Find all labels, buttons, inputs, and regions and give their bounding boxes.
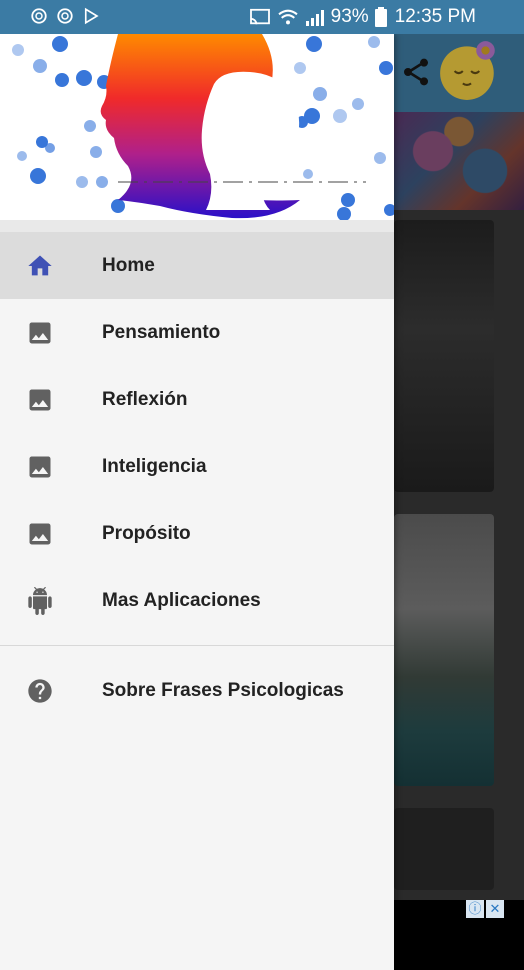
home-icon <box>28 255 52 276</box>
wifi-icon <box>278 9 298 25</box>
battery-percent: 93% <box>330 6 369 27</box>
signal-icon <box>305 10 324 26</box>
clock: 12:35 PM <box>394 6 476 27</box>
menu-label: Inteligencia <box>102 456 207 477</box>
menu-label: Pensamiento <box>102 322 221 343</box>
image-icon <box>29 456 51 478</box>
menu-label: Reflexión <box>102 389 188 410</box>
status-right: 93% 12:35 PM <box>249 6 476 28</box>
notification-icons <box>30 7 100 25</box>
header-image <box>394 112 524 210</box>
background-app: ⓘ ✕ <box>394 34 524 970</box>
menu-divider <box>0 645 394 646</box>
menu-label: Propósito <box>102 523 191 544</box>
menu-item-reflexion[interactable]: Reflexión <box>0 366 394 433</box>
menu-item-mas-aplicaciones[interactable]: Mas Aplicaciones <box>0 567 394 634</box>
menu-item-pensamiento[interactable]: Pensamiento <box>0 299 394 366</box>
image-card[interactable] <box>394 220 494 492</box>
image-icon <box>29 523 51 545</box>
ad-close-icon[interactable]: ✕ <box>486 900 504 918</box>
menu-item-proposito[interactable]: Propósito <box>0 500 394 567</box>
share-icon[interactable] <box>400 56 432 88</box>
image-card[interactable] <box>394 514 494 786</box>
menu-label: Home <box>102 255 155 276</box>
drawer-menu: Home Pensamiento Reflexión Inteligencia … <box>0 232 394 724</box>
ad-info-icon[interactable]: ⓘ <box>466 900 484 918</box>
battery-icon <box>374 7 387 27</box>
help-icon <box>28 679 52 703</box>
play-store-icon <box>84 7 99 25</box>
menu-item-inteligencia[interactable]: Inteligencia <box>0 433 394 500</box>
ad-icons: ⓘ ✕ <box>466 900 504 918</box>
header-divider <box>0 220 394 232</box>
menu-item-sobre[interactable]: Sobre Frases Psicologicas <box>0 657 394 724</box>
image-card[interactable] <box>394 808 494 890</box>
menu-label: Sobre Frases Psicologicas <box>102 680 344 701</box>
app-toolbar <box>394 34 524 112</box>
sleeping-emoji-icon[interactable] <box>436 36 502 102</box>
menu-label: Mas Aplicaciones <box>102 590 261 611</box>
drawer-header <box>0 34 394 220</box>
header-logo-image <box>12 34 394 220</box>
image-icon <box>29 322 51 344</box>
menu-item-home[interactable]: Home <box>0 232 394 299</box>
cast-icon <box>249 8 270 25</box>
android-icon <box>28 587 52 615</box>
notification-sync-icon <box>57 8 73 24</box>
navigation-drawer: Home Pensamiento Reflexión Inteligencia … <box>0 34 394 970</box>
image-icon <box>29 389 51 411</box>
status-bar: 93% 12:35 PM <box>0 0 524 34</box>
notification-alarm-icon <box>31 8 47 24</box>
ad-banner[interactable]: ⓘ ✕ <box>394 900 524 970</box>
